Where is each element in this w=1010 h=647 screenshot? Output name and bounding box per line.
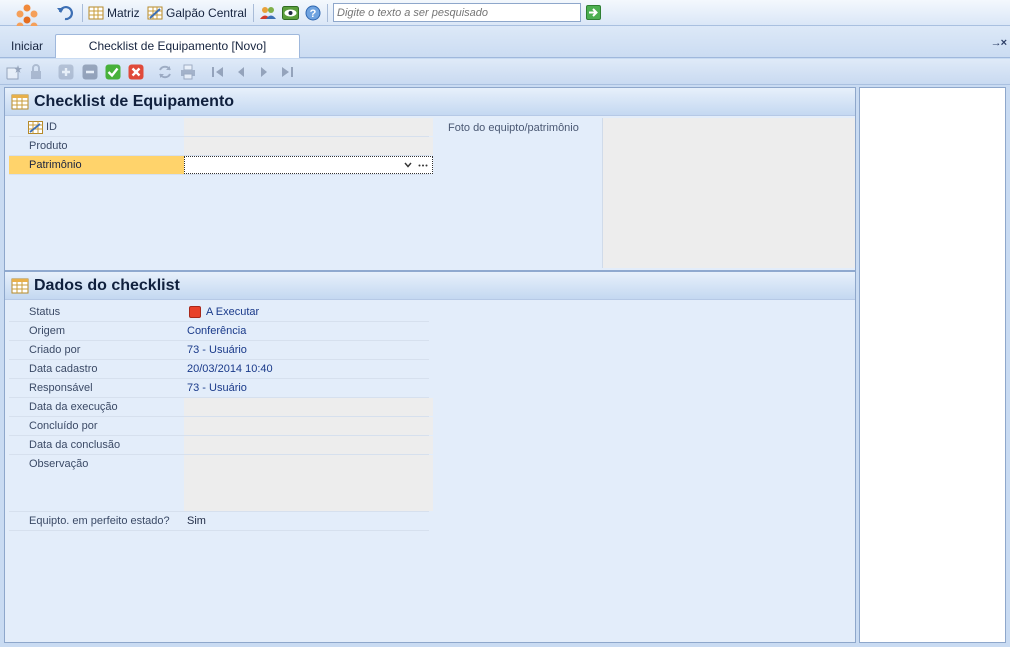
undo-icon (57, 5, 73, 21)
galpao-button[interactable]: Galpão Central (147, 4, 247, 22)
help-button[interactable]: ? (305, 4, 321, 22)
section-header-checklist: Checklist de Equipamento (5, 88, 855, 116)
pin-close-icon[interactable]: →× (991, 37, 1007, 49)
previous-record-icon[interactable] (233, 64, 249, 80)
field-row-data-execucao: Data da execução (9, 398, 433, 417)
field-row-observacao: Observação (9, 455, 433, 512)
tab-checklist-equipamento[interactable]: Checklist de Equipamento [Novo] (55, 34, 300, 58)
top-toolbar: Matriz Galpão Central ? (0, 0, 1010, 30)
field-row-criado-por: Criado por 73 - Usuário (9, 341, 429, 360)
id-field (184, 118, 433, 136)
field-label-status: Status (29, 306, 61, 318)
observacao-field[interactable] (184, 455, 433, 511)
field-row-id: ID (9, 118, 433, 137)
section-title: Checklist de Equipamento (34, 93, 235, 110)
status-field: A Executar (184, 303, 433, 321)
tab-iniciar[interactable]: Iniciar (11, 39, 43, 53)
perfeito-estado-field[interactable]: Sim (184, 512, 433, 530)
ellipsis-icon[interactable] (418, 164, 428, 167)
confirm-icon[interactable] (105, 64, 121, 80)
svg-text:?: ? (310, 8, 317, 20)
chevron-down-icon[interactable] (404, 162, 412, 168)
field-row-patrimonio: Patrimônio (9, 156, 433, 175)
field-label-criado-por: Criado por (29, 344, 81, 356)
users-icon (260, 7, 276, 19)
refresh-icon[interactable] (157, 64, 173, 80)
next-record-icon[interactable] (256, 64, 272, 80)
field-row-concluido-por: Concluído por (9, 417, 433, 436)
side-panel (859, 87, 1006, 643)
table-icon (11, 278, 29, 294)
action-toolbar (0, 59, 1010, 140)
criado-por-field: 73 - Usuário (187, 344, 247, 356)
data-execucao-field (184, 398, 433, 416)
table-icon (11, 94, 29, 110)
status-badge-icon (189, 306, 201, 318)
field-row-data-cadastro: Data cadastro 20/03/2014 10:40 (9, 360, 429, 379)
last-record-icon[interactable] (279, 64, 295, 80)
print-icon[interactable] (180, 64, 196, 80)
remove-icon[interactable] (82, 64, 98, 80)
patrimonio-field[interactable] (184, 156, 433, 174)
help-icon: ? (305, 5, 321, 21)
view-button[interactable] (282, 4, 299, 22)
matriz-button[interactable]: Matriz (88, 4, 140, 22)
new-record-icon[interactable] (6, 64, 22, 80)
search-go-button[interactable] (586, 5, 601, 20)
field-row-produto: Produto (9, 137, 433, 156)
users-button[interactable] (259, 4, 277, 22)
photo-label: Foto do equipto/patrimônio (448, 122, 579, 134)
galpao-label: Galpão Central (166, 6, 247, 20)
cancel-icon[interactable] (128, 64, 144, 80)
field-label-id: ID (46, 121, 57, 133)
section-title: Dados do checklist (34, 277, 180, 294)
field-row-origem: Origem Conferência (9, 322, 429, 341)
field-label-patrimonio: Patrimônio (29, 159, 82, 171)
field-label-produto: Produto (29, 140, 68, 152)
undo-button[interactable] (56, 4, 74, 22)
field-label-data-conclusao: Data da conclusão (29, 439, 121, 451)
lock-icon[interactable] (28, 64, 44, 80)
field-label-data-execucao: Data da execução (29, 401, 118, 413)
field-row-perfeito-estado: Equipto. em perfeito estado? Sim (9, 512, 429, 531)
warehouse-grid-icon (147, 6, 163, 20)
eye-icon (282, 6, 299, 20)
concluido-por-field (184, 417, 433, 435)
data-conclusao-field (184, 436, 433, 454)
field-label-responsavel: Responsável (29, 382, 93, 394)
field-label-origem: Origem (29, 325, 66, 337)
field-label-perfeito-estado: Equipto. em perfeito estado? (29, 515, 170, 527)
field-row-responsavel: Responsável 73 - Usuário (9, 379, 429, 398)
data-cadastro-field: 20/03/2014 10:40 (187, 363, 273, 375)
grid-icon (88, 6, 104, 20)
origem-field: Conferência (187, 325, 247, 337)
produto-field[interactable] (184, 137, 433, 155)
field-label-observacao: Observação (29, 458, 89, 470)
matriz-label: Matriz (107, 6, 140, 20)
search-input[interactable] (333, 3, 581, 22)
field-label-data-cadastro: Data cadastro (29, 363, 98, 375)
field-row-status: Status A Executar (9, 303, 429, 322)
responsavel-field[interactable]: 73 - Usuário (184, 379, 433, 397)
arrow-right-icon (589, 8, 598, 17)
field-label-concluido-por: Concluído por (29, 420, 98, 432)
photo-image-area[interactable] (602, 118, 855, 268)
add-icon[interactable] (58, 64, 74, 80)
id-table-icon (28, 121, 43, 134)
status-value: A Executar (206, 306, 260, 318)
first-record-icon[interactable] (210, 64, 226, 80)
field-row-data-conclusao: Data da conclusão (9, 436, 433, 455)
tab-strip: Iniciar Checklist de Equipamento [Novo] … (0, 26, 1010, 58)
section-header-dados: Dados do checklist (5, 272, 855, 300)
form-panel: Checklist de Equipamento ID Produto Patr… (4, 87, 856, 643)
